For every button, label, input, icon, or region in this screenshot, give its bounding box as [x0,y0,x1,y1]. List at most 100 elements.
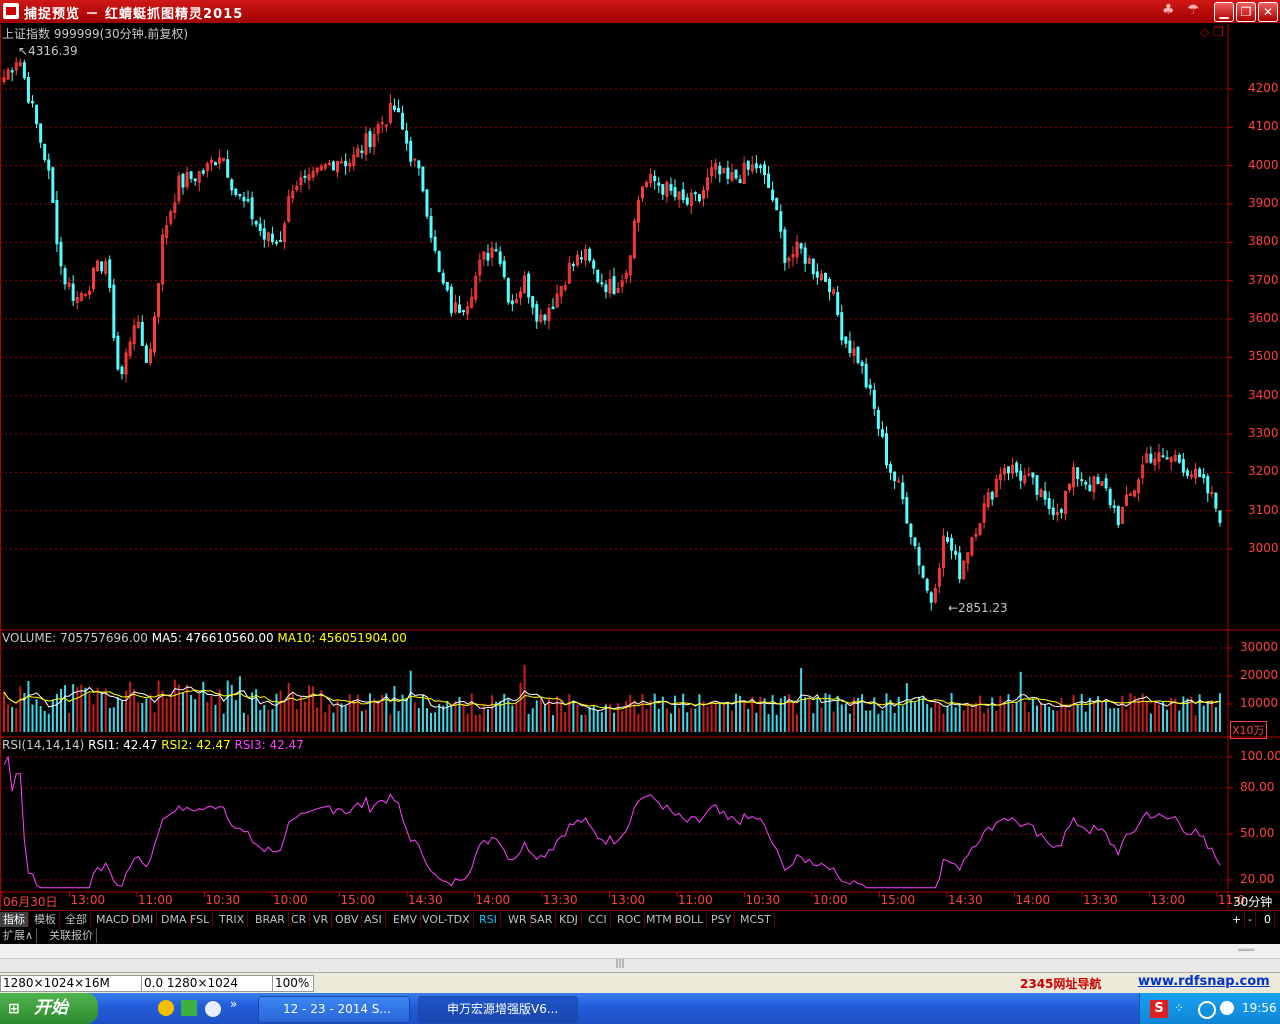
candle-body [543,314,547,321]
period-label[interactable]: 30分钟 [1233,893,1272,910]
tab-rsi[interactable]: RSI [476,912,501,927]
tab-vr[interactable]: VR [310,912,333,927]
bell-icon[interactable]: ♣ [1162,2,1175,18]
volume-bar [828,694,831,732]
tab-asi[interactable]: ASI [361,912,386,927]
scroll-thumb-grip[interactable]: ||| [610,959,630,970]
volume-bar [242,712,245,732]
candle-body [10,70,14,73]
chart-option-icons[interactable]: ◇ ❐ [1200,25,1224,39]
volume-bar [287,682,290,732]
volume-bar [397,710,400,732]
start-button[interactable]: ⊞ 开始 [0,993,98,1024]
tab-obv[interactable]: OBV [332,912,363,927]
volume-bar [1202,705,1205,732]
candle-body [551,306,555,310]
volume-bar [974,702,977,732]
candle-body [864,363,868,388]
tab-fsl[interactable]: FSL [187,912,214,927]
candle-body [954,550,958,555]
candle-body [1080,479,1084,482]
volume-bar [572,701,575,732]
volume-bar [686,712,689,732]
site-link[interactable]: www.rdfsnap.com [1138,974,1270,989]
tab-dmi[interactable]: DMI [129,912,158,927]
volume-bar [588,707,591,732]
candle-body [929,592,933,603]
volume-bar [1145,701,1148,732]
scroll-handle[interactable]: ═══ [1238,946,1258,956]
tab-roc[interactable]: ROC [614,912,645,927]
volume-unit-label: X10万 [1230,721,1267,739]
tab-extension[interactable]: 扩展∧ [0,928,38,943]
tab-emv[interactable]: EMV [390,912,421,927]
shield-icon[interactable] [1220,1001,1234,1015]
candle-body [848,340,852,354]
candle-body [1059,509,1063,513]
candle-body [1206,476,1210,494]
candle-body [580,257,583,260]
tab-vol-tdx[interactable]: VOL-TDX [419,912,474,927]
network-icon[interactable] [1198,1001,1216,1019]
maximize-button[interactable]: ❐ [1236,2,1256,22]
kline-chart[interactable]: 上证指数 999999(30分钟.前复权) ◇ ❐ ↖4316.39 ←2851… [0,24,1280,910]
tab-indicator[interactable]: 指标 [0,912,29,927]
tab-macd[interactable]: MACD [93,912,133,927]
tab-dma[interactable]: DMA [158,912,191,927]
volume-bar [840,704,843,732]
close-button[interactable]: ✕ [1258,2,1278,22]
tab-template[interactable]: 模板 [31,912,60,927]
quicklaunch-window-icon[interactable] [181,1000,197,1016]
quicklaunch-more-icon[interactable]: » [230,997,237,1011]
volume-bar [92,704,95,732]
volume-bar [214,704,217,732]
candle-body [429,216,433,238]
volume-axis-label: 30000 [1240,640,1279,654]
tab-all[interactable]: 全部 [62,912,91,927]
candle-body [763,164,766,176]
nav-button-reset[interactable]: 0 [1261,912,1275,927]
task-item-1[interactable]: 12 - 23 - 2014 S... [258,996,410,1023]
nav-button-zoom-in[interactable]: + [1229,912,1246,927]
minimize-button[interactable]: ▁ [1214,2,1234,22]
sogou-input-icon[interactable]: S [1150,1000,1168,1018]
quicklaunch-browser-icon[interactable] [204,1000,222,1018]
volume-bar [889,699,892,732]
volume-bar [348,694,351,732]
clock: 19:56 [1242,1001,1277,1015]
time-axis-label: 11:00 [678,893,713,907]
tab-mtm[interactable]: MTM [643,912,676,927]
candle-body [1185,470,1189,476]
volume-bar [1035,705,1038,732]
tab-mcst[interactable]: MCST [737,912,775,927]
volume-bar [885,693,888,732]
candle-body [31,101,34,104]
tab-trix[interactable]: TRIX [216,912,249,927]
candle-body [433,236,437,251]
volume-bar [64,685,67,732]
candle-body [189,171,193,179]
volume-bar [259,709,262,732]
quicklaunch-app-icon[interactable] [158,1000,174,1016]
tab-boll[interactable]: BOLL [672,912,708,927]
volume-bar [901,706,904,732]
nav-link[interactable]: 2345网址导航 [1020,975,1101,992]
tab-brar[interactable]: BRAR [252,912,289,927]
candle-body [836,292,840,315]
candle-body [250,197,254,220]
horizontal-scrollbar[interactable]: ||| ═══ [0,944,1280,972]
skin-icon[interactable]: ☂ [1187,2,1200,18]
tab-cci[interactable]: CCI [585,912,611,927]
nav-button-zoom-out[interactable]: - [1245,912,1256,927]
tab-psy[interactable]: PSY [708,912,736,927]
task-item-2[interactable]: 申万宏源增强版V6... [418,996,578,1023]
tab-sar[interactable]: SAR [527,912,557,927]
tab-related-quotes[interactable]: 关联报价 [46,928,97,943]
volume-bar [1162,701,1165,732]
price-axis-label: 3200 [1248,464,1279,479]
tab-kdj[interactable]: KDJ [556,912,582,927]
tab-cr[interactable]: CR [288,912,311,927]
input-mode-icon[interactable]: ⁘ [1174,1001,1184,1015]
rsi-axis-label: 80.00 [1240,779,1275,794]
volume-bar [1153,701,1156,732]
